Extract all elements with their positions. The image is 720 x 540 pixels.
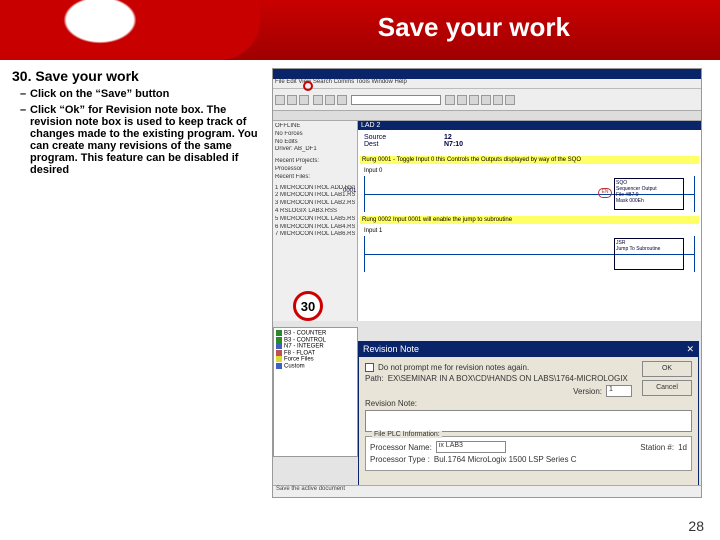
procname-field[interactable]: ix LAB3 — [436, 441, 506, 453]
left-pane: OFFLINE No Forces No Edits Driver: AB_DF… — [273, 121, 358, 321]
app-toolbar[interactable] — [273, 89, 701, 111]
cancel-button[interactable]: Cancel — [642, 380, 692, 396]
callout-30: 30 — [293, 291, 323, 321]
paste-icon[interactable] — [337, 95, 347, 105]
slide-header: Save your work — [0, 0, 720, 60]
slide-logo-swirl — [0, 0, 260, 60]
slide-title: Save your work — [378, 12, 570, 43]
tool-icon[interactable] — [505, 95, 515, 105]
node-dropdown[interactable] — [351, 95, 441, 105]
rung-0002: Rung 0002 Input 0001 will enable the jum… — [358, 216, 701, 272]
bullet-1: –Click on the “Save” button — [20, 88, 262, 100]
ladder-window: LAD 2 Source12 DestN7:10 Rung 0001 - Tog… — [358, 121, 701, 321]
tool-icon[interactable] — [445, 95, 455, 105]
new-icon[interactable] — [275, 95, 285, 105]
rung-0001: Rung 0001 - Toggle Input 0 this Controls… — [358, 156, 701, 212]
step-heading: 30. Save your work — [12, 68, 262, 84]
en-coil: EN — [598, 188, 612, 198]
cut-icon[interactable] — [313, 95, 323, 105]
tool-icon[interactable] — [457, 95, 467, 105]
open-icon[interactable] — [287, 95, 297, 105]
jsr-instruction: JSR Jump To Subroutine — [614, 238, 684, 270]
noprompt-checkbox[interactable] — [365, 363, 374, 372]
tab-bar[interactable] — [273, 111, 701, 121]
save-icon[interactable] — [299, 95, 309, 105]
status-bar: Save the active document — [273, 485, 701, 497]
ok-button[interactable]: OK — [642, 361, 692, 377]
bullet-2: –Click “Ok” for Revision note box. The r… — [20, 104, 262, 176]
tool-icon[interactable] — [481, 95, 491, 105]
project-tree[interactable]: B3 - COUNTER B3 - CONTROL N7 - INTEGER F… — [273, 327, 358, 457]
tool-icon[interactable] — [493, 95, 503, 105]
app-titlebar — [273, 69, 701, 79]
dialog-titlebar: Revision Note ✕ — [359, 342, 698, 357]
close-icon[interactable]: ✕ — [686, 344, 694, 355]
screenshot-container: File Edit View Search Comms Tools Window… — [272, 68, 702, 498]
version-field[interactable]: 1 — [606, 385, 632, 397]
revision-note-dialog: Revision Note ✕ OK Cancel Do not prompt … — [358, 341, 699, 495]
revision-note-field[interactable] — [365, 410, 692, 432]
app-menubar[interactable]: File Edit View Search Comms Tools Window… — [273, 79, 701, 89]
tool-icon[interactable] — [469, 95, 479, 105]
copy-icon[interactable] — [325, 95, 335, 105]
page-number: 28 — [688, 518, 704, 534]
sqo-instruction: SQO Sequencer Output File #B7:9 Mask 000… — [614, 178, 684, 210]
ladder-title: LAD 2 — [358, 121, 701, 130]
